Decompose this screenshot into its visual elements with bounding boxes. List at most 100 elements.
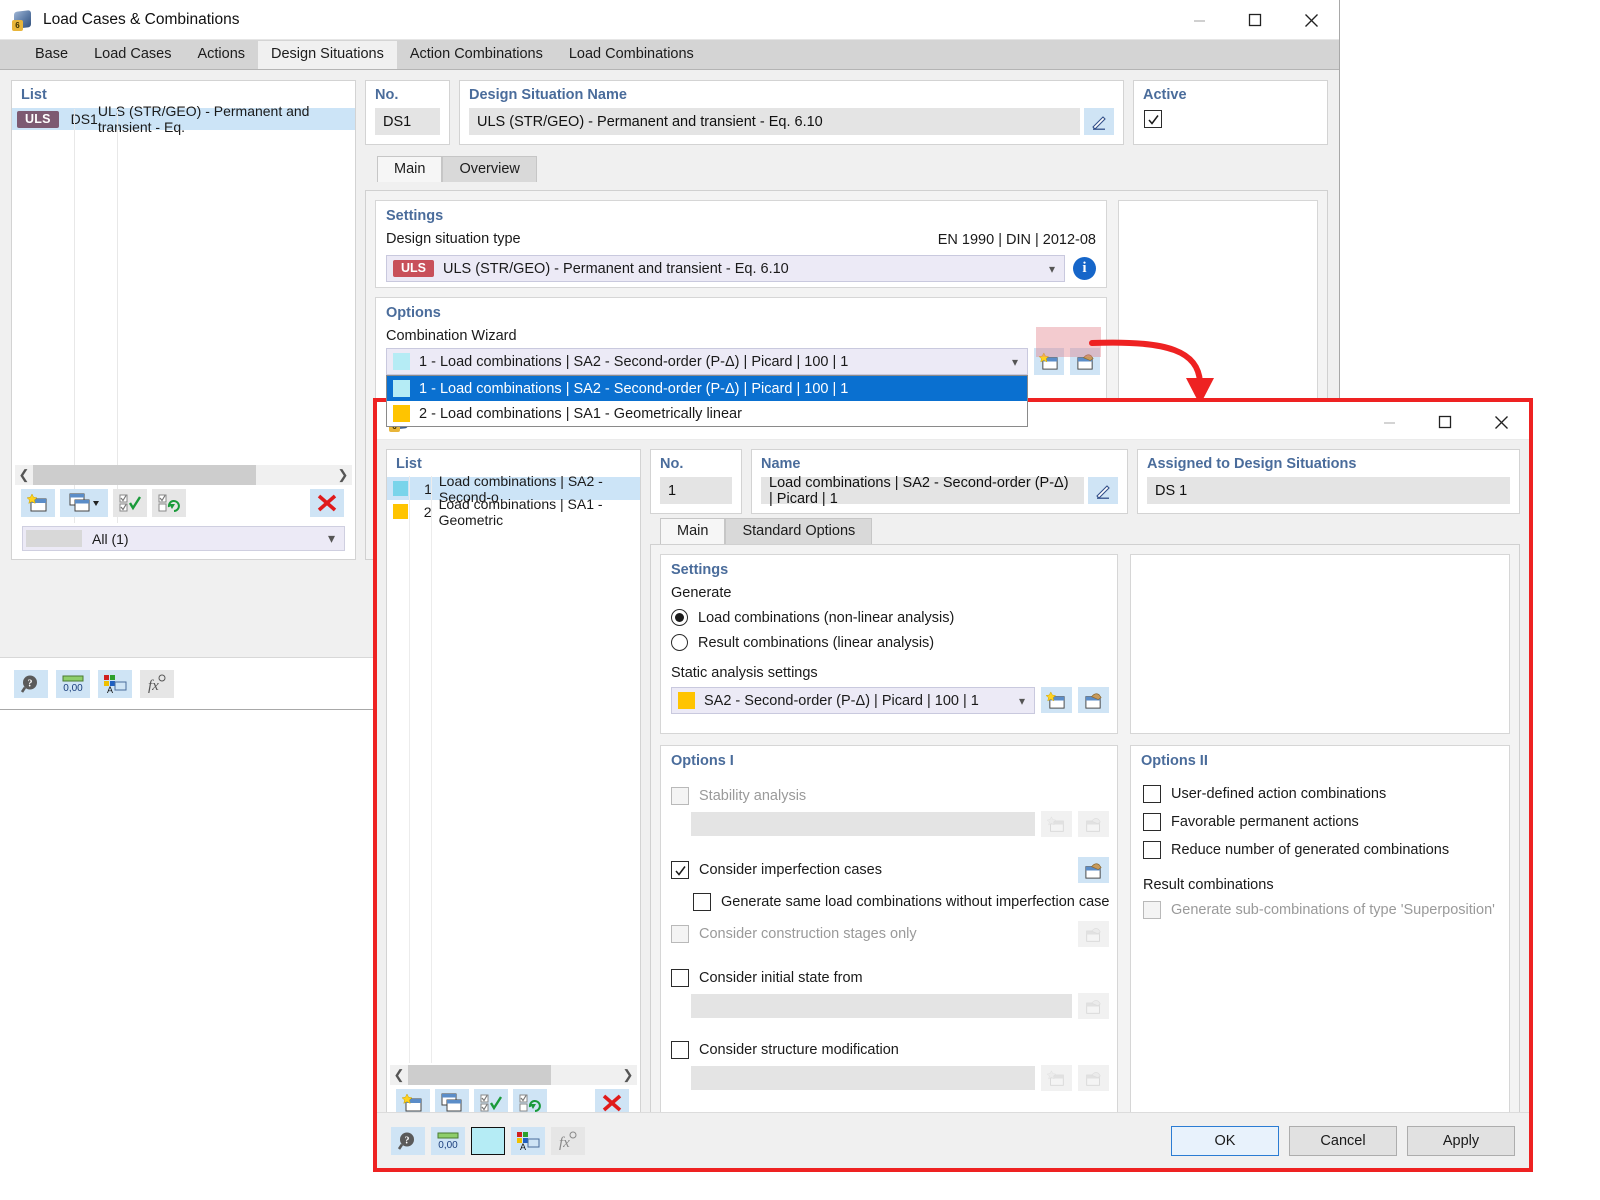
initial-state-checkbox[interactable] — [671, 969, 689, 987]
chevron-down-icon[interactable]: ▾ — [328, 530, 335, 547]
structure-modification-checkbox[interactable] — [671, 1041, 689, 1059]
inner-tab-overview[interactable]: Overview — [442, 156, 537, 182]
tab-actions[interactable]: Actions — [184, 41, 259, 69]
maximize-icon[interactable] — [1227, 0, 1283, 40]
table-row[interactable]: ULS DS1 ULS (STR/GEO) - Permanent and tr… — [12, 103, 355, 135]
apply-button[interactable]: Apply — [1407, 1125, 1515, 1156]
new-icon[interactable] — [1041, 687, 1072, 713]
wizard-list-hscrollbar[interactable]: ❮ ❯ — [390, 1065, 637, 1085]
tab-load-cases[interactable]: Load Cases — [81, 41, 185, 69]
checkbox-user-defined-action-combinations[interactable]: User-defined action combinations — [1131, 773, 1509, 803]
new-icon[interactable] — [21, 489, 55, 517]
combination-wizard-combo[interactable]: 1 - Load combinations | SA2 - Second-ord… — [386, 348, 1028, 375]
scroll-track[interactable] — [33, 465, 334, 485]
active-checkbox-wrap — [1144, 110, 1327, 130]
reduce-number-checkbox[interactable] — [1143, 841, 1161, 859]
edit-icon — [1078, 1065, 1109, 1091]
active-header: Active — [1143, 87, 1187, 103]
wizard-detail-area: No. 1 Name Load combinations | SA2 - Sec… — [650, 449, 1520, 1126]
checkbox-consider-structure-modification[interactable]: Consider structure modification — [661, 1019, 1117, 1059]
chevron-down-icon[interactable]: ▾ — [1012, 355, 1018, 369]
scroll-left-icon[interactable]: ❮ — [390, 1067, 408, 1083]
help-icon[interactable]: ? — [14, 669, 48, 698]
list-hscrollbar[interactable]: ❮ ❯ — [15, 465, 352, 485]
dropdown-item-label: 2 - Load combinations | SA1 - Geometrica… — [419, 405, 742, 422]
close-icon[interactable] — [1473, 402, 1529, 442]
display-properties-icon[interactable]: A — [98, 669, 132, 698]
cancel-button[interactable]: Cancel — [1289, 1125, 1397, 1156]
checkbox-favorable-permanent-actions[interactable]: Favorable permanent actions — [1131, 803, 1509, 831]
delete-icon[interactable] — [310, 489, 344, 517]
wizard-settings-group: Settings Generate Load combinations (non… — [660, 554, 1118, 734]
checkbox-reduce-number-of-combinations[interactable]: Reduce number of generated combinations — [1131, 831, 1509, 859]
chevron-down-icon[interactable]: ▾ — [1049, 262, 1055, 276]
initial-state-field — [691, 994, 1072, 1018]
scroll-thumb[interactable] — [33, 465, 256, 485]
radio-load-combinations[interactable]: Load combinations (non-linear analysis) — [661, 605, 1117, 626]
tab-load-combinations[interactable]: Load Combinations — [555, 41, 707, 69]
generate-same-checkbox[interactable] — [693, 893, 711, 911]
maximize-icon[interactable] — [1417, 402, 1473, 442]
list-item[interactable]: 2 Load combinations | SA1 - Geometric — [387, 496, 640, 528]
wizard-tab-main[interactable]: Main — [660, 518, 726, 544]
display-properties-icon[interactable]: A — [511, 1126, 545, 1155]
list-filter-combo[interactable]: All (1) ▾ — [22, 526, 345, 551]
wizard-no-value[interactable]: 1 — [660, 477, 732, 504]
inner-tab-main[interactable]: Main — [377, 156, 443, 182]
favorable-permanent-checkbox[interactable] — [1143, 813, 1161, 831]
filter-swatch — [26, 530, 82, 547]
dialog-footer: ? 0,00 A fx OK Cancel Apply — [377, 1112, 1529, 1168]
radio-result-combinations[interactable]: Result combinations (linear analysis) — [661, 626, 1117, 651]
assigned-value[interactable]: DS 1 — [1147, 477, 1510, 504]
active-checkbox[interactable] — [1144, 110, 1162, 128]
scroll-track[interactable] — [408, 1065, 619, 1085]
dropdown-item-1[interactable]: 1 - Load combinations | SA2 - Second-ord… — [387, 376, 1027, 401]
checkbox-consider-imperfection-cases[interactable]: Consider imperfection cases — [671, 861, 1078, 879]
close-icon[interactable] — [1283, 0, 1339, 40]
design-situation-type-combo[interactable]: ULS ULS (STR/GEO) - Permanent and transi… — [386, 255, 1065, 282]
copy-icon[interactable] — [60, 489, 108, 517]
color-swatch-icon[interactable] — [471, 1126, 505, 1155]
formula-icon[interactable]: fx — [140, 669, 174, 698]
help-icon[interactable]: ? — [391, 1126, 425, 1155]
formula-icon[interactable]: fx — [551, 1126, 585, 1155]
scroll-left-icon[interactable]: ❮ — [15, 467, 33, 483]
tab-design-situations[interactable]: Design Situations — [258, 41, 397, 69]
select-all-icon[interactable] — [113, 489, 147, 517]
wizard-tab-standard-options[interactable]: Standard Options — [725, 518, 873, 544]
checkbox-consider-initial-state[interactable]: Consider initial state from — [661, 947, 1117, 987]
tab-base[interactable]: Base — [22, 41, 82, 69]
edit-pencil-icon[interactable] — [1084, 108, 1114, 135]
units-icon[interactable]: 0,00 — [431, 1126, 465, 1155]
wizard-name-input[interactable]: Load combinations | SA2 - Second-order (… — [761, 475, 1084, 507]
tab-action-combinations[interactable]: Action Combinations — [396, 41, 556, 69]
radio-selected-icon[interactable] — [671, 609, 688, 626]
imperfection-cases-checkbox[interactable] — [671, 861, 689, 879]
combination-wizard-label: Combination Wizard — [386, 328, 517, 344]
checkbox-generate-same-without-imperfection[interactable]: Generate same load combinations without … — [661, 883, 1117, 911]
invert-selection-icon[interactable] — [152, 489, 186, 517]
highlight-box — [1036, 327, 1101, 357]
static-analysis-combo[interactable]: SA2 - Second-order (P-Δ) | Picard | 100 … — [671, 687, 1035, 714]
standard-label: EN 1990 | DIN | 2012-08 — [937, 231, 1096, 248]
user-defined-checkbox[interactable] — [1143, 785, 1161, 803]
no-value[interactable]: DS1 — [375, 108, 440, 135]
edit-icon[interactable] — [1078, 857, 1109, 883]
units-icon[interactable]: 0,00 — [56, 669, 90, 698]
combination-wizard-dropdown[interactable]: 1 - Load combinations | SA2 - Second-ord… — [386, 375, 1028, 427]
edit-icon[interactable] — [1078, 687, 1109, 713]
scroll-thumb[interactable] — [408, 1065, 552, 1085]
scroll-right-icon[interactable]: ❯ — [619, 1067, 637, 1083]
ok-button[interactable]: OK — [1171, 1125, 1279, 1156]
scroll-right-icon[interactable]: ❯ — [334, 467, 352, 483]
chevron-down-icon[interactable]: ▾ — [1019, 694, 1025, 708]
edit-pencil-icon[interactable] — [1088, 477, 1118, 504]
dropdown-item-2[interactable]: 2 - Load combinations | SA1 - Geometrica… — [387, 401, 1027, 426]
info-icon[interactable]: i — [1073, 257, 1096, 280]
dialog-body: List 1 Load combinations | SA2 - Second-… — [377, 440, 1529, 1126]
radio-unselected-icon[interactable] — [671, 634, 688, 651]
minimize-icon[interactable] — [1361, 402, 1417, 442]
name-input[interactable]: ULS (STR/GEO) - Permanent and transient … — [469, 108, 1080, 135]
minimize-icon[interactable] — [1171, 0, 1227, 40]
construction-stages-checkbox — [671, 925, 689, 943]
